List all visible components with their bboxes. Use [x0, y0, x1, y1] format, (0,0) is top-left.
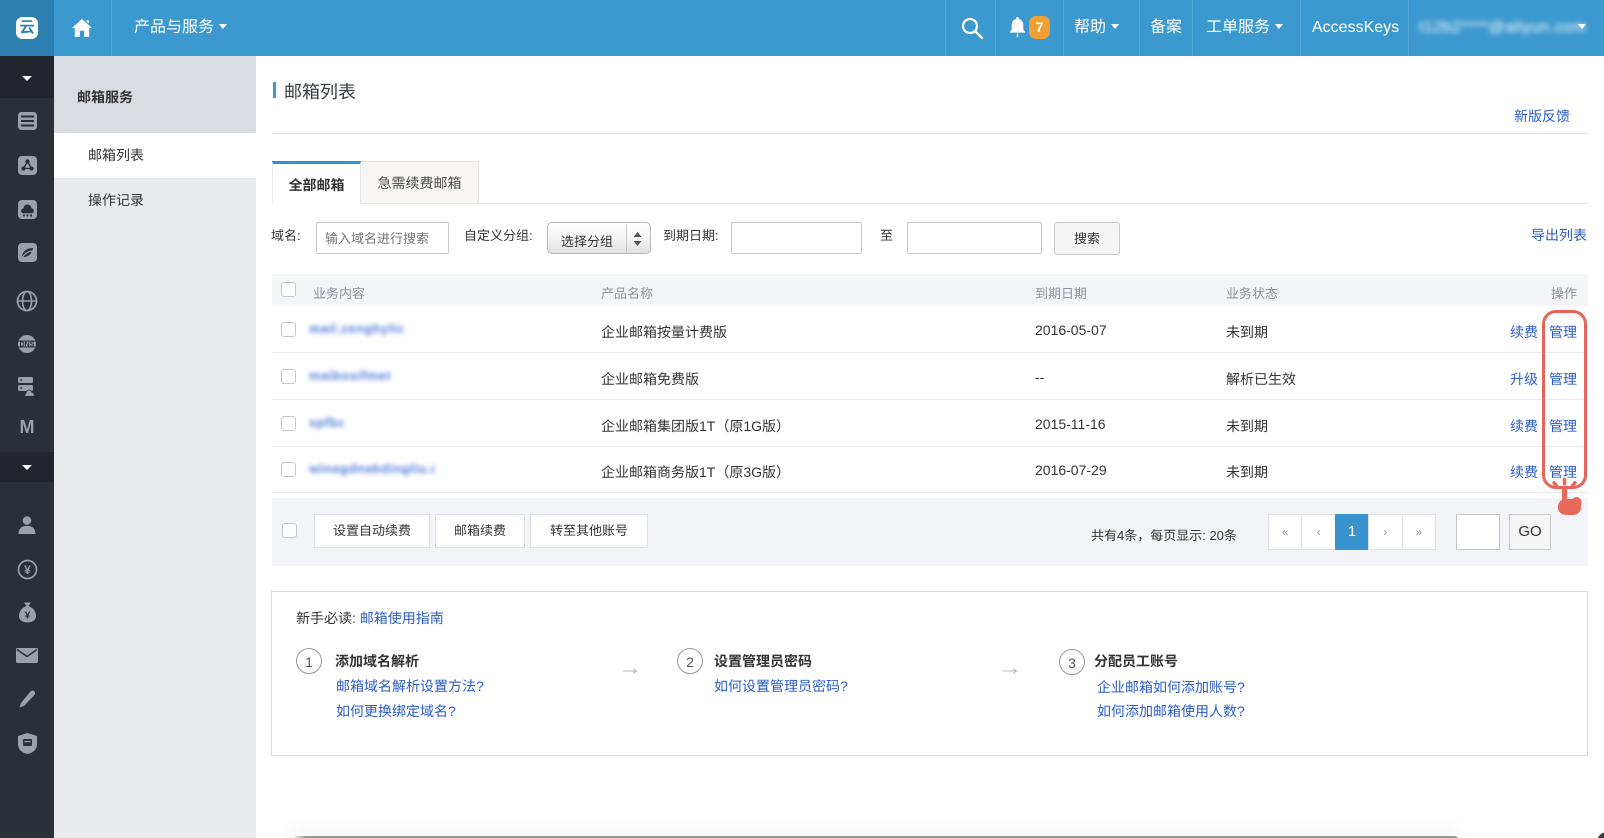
svg-text:¥: ¥	[24, 563, 31, 577]
svg-text:¥: ¥	[24, 611, 30, 622]
svg-text:DNS: DNS	[20, 342, 35, 349]
svg-text:M: M	[20, 418, 35, 436]
